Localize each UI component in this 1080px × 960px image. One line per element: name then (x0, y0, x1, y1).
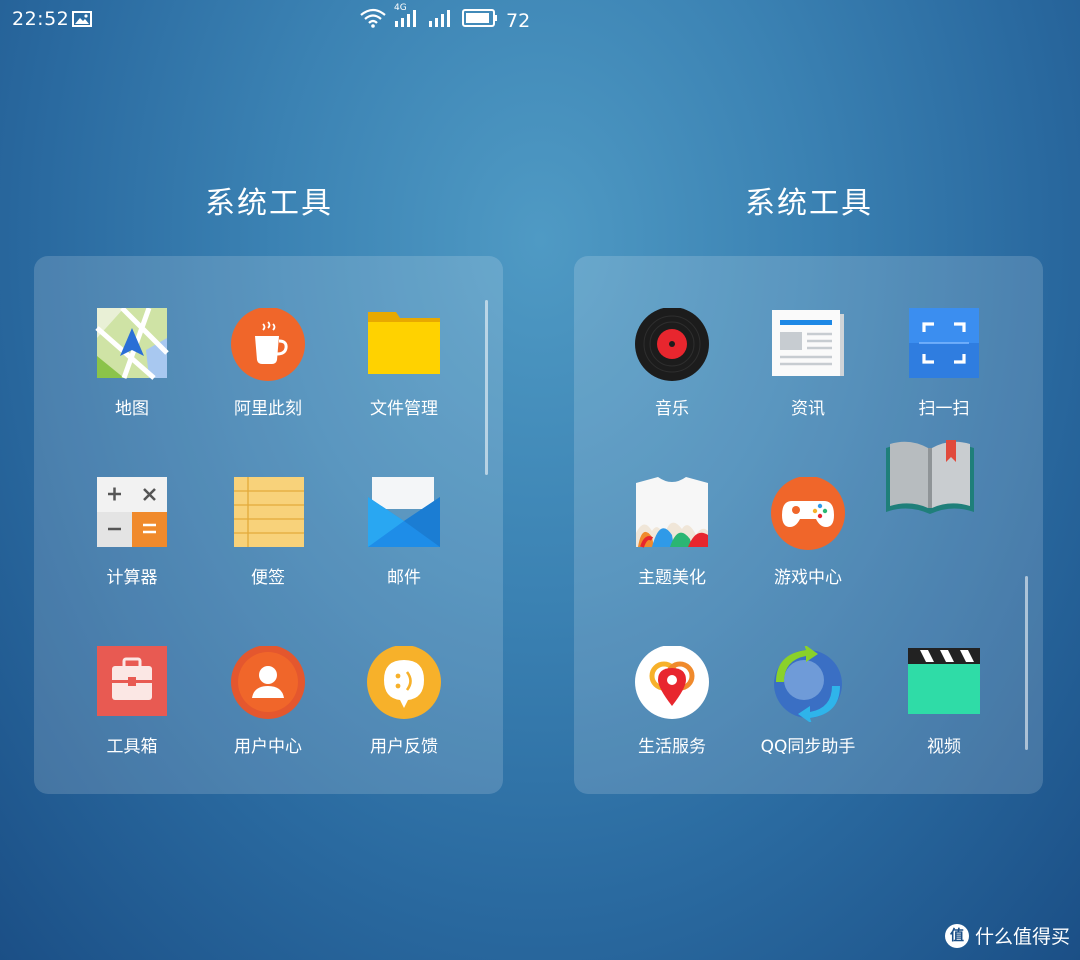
sync-globe-icon (770, 644, 846, 724)
wifi-icon (360, 8, 386, 33)
app-notes[interactable]: 便签 (200, 477, 336, 588)
folder-icon (366, 308, 442, 384)
app-video[interactable]: 视频 (876, 646, 1012, 757)
signal-icon (428, 8, 454, 33)
folder-scrollbar[interactable] (485, 300, 488, 475)
book-icon (882, 440, 978, 524)
watermark: 值 什么值得买 (944, 922, 1070, 949)
image-notification-icon (72, 11, 92, 31)
battery-icon (462, 8, 498, 33)
app-theme[interactable]: 主题美化 (604, 477, 740, 588)
vinyl-record-icon (634, 307, 710, 384)
folder-title[interactable]: 系统工具 (574, 178, 1044, 222)
battery-level: 72 (506, 9, 531, 32)
clapperboard-icon (906, 646, 982, 722)
app-folder-left: 地图 阿里此刻 文件管理 计算器 便签 邮件 工具箱 用户中心 用户反馈 (34, 256, 503, 794)
app-ali-moment[interactable]: 阿里此刻 (200, 307, 336, 419)
status-time: 22:52 (12, 8, 70, 30)
status-bar: 22:52 4G 72 (0, 0, 540, 38)
newspaper-icon (770, 308, 846, 384)
scan-icon (906, 308, 982, 384)
watermark-logo-icon: 值 (944, 923, 969, 948)
gamepad-icon (770, 476, 846, 553)
user-icon (230, 645, 306, 722)
tshirt-theme-icon (634, 477, 710, 553)
coffee-cup-icon (230, 307, 306, 384)
location-pin-icon (634, 645, 710, 722)
folder-title[interactable]: 系统工具 (34, 178, 504, 222)
app-news[interactable]: 资讯 (740, 308, 876, 419)
watermark-text: 什么值得买 (974, 926, 1070, 948)
app-mail[interactable]: 邮件 (336, 475, 472, 588)
app-map[interactable]: 地图 (64, 306, 200, 419)
app-life-service[interactable]: 生活服务 (604, 645, 740, 757)
feedback-icon (366, 645, 442, 722)
app-qq-sync[interactable]: QQ同步助手 (740, 644, 876, 757)
app-scan[interactable]: 扫一扫 (876, 308, 1012, 419)
calculator-icon (94, 477, 170, 553)
mail-icon (366, 475, 442, 553)
app-toolbox[interactable]: 工具箱 (64, 646, 200, 757)
app-music[interactable]: 音乐 (604, 307, 740, 419)
map-icon (94, 306, 170, 384)
signal-4g-icon: 4G (394, 3, 420, 33)
toolbox-icon (94, 646, 170, 722)
folder-scrollbar[interactable] (1025, 576, 1028, 750)
app-calculator[interactable]: 计算器 (64, 477, 200, 588)
app-user-center[interactable]: 用户中心 (200, 645, 336, 757)
notepad-icon (230, 477, 306, 553)
dragging-app[interactable] (882, 436, 978, 520)
app-folder-right: 音乐 资讯 扫一扫 主题美化 游戏中心 生活服务 QQ同步助手 视频 (574, 256, 1043, 794)
app-game-center[interactable]: 游戏中心 (740, 476, 876, 588)
app-user-feedback[interactable]: 用户反馈 (336, 645, 472, 757)
app-file-manager[interactable]: 文件管理 (336, 308, 472, 419)
